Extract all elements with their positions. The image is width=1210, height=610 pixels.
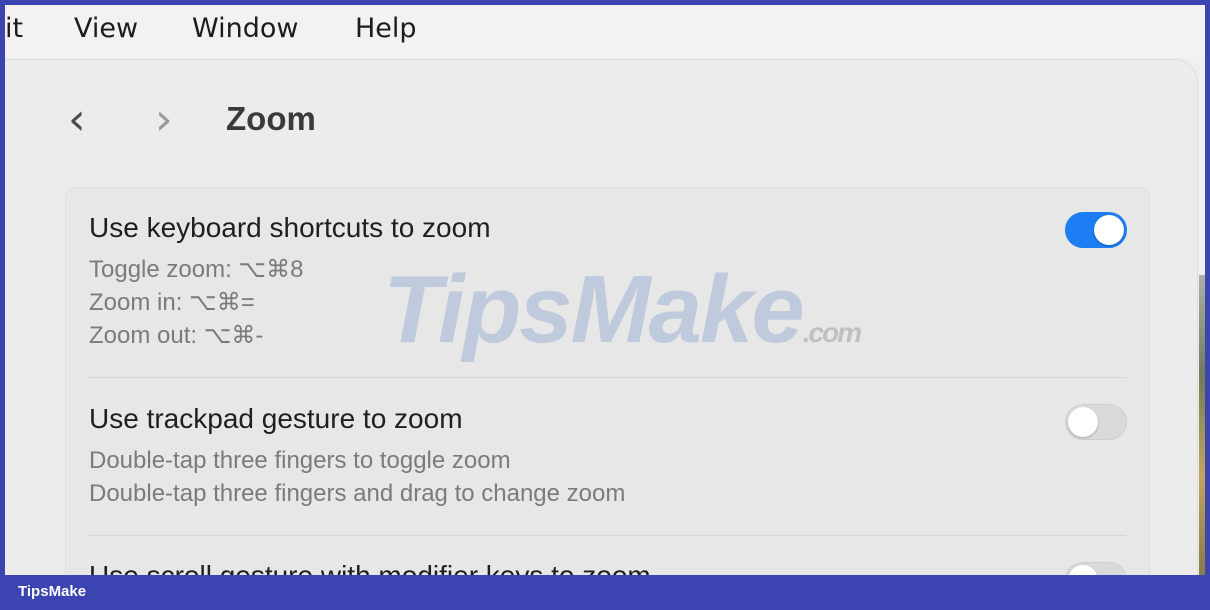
row-divider	[89, 377, 1126, 378]
menu-view[interactable]: View	[74, 13, 138, 44]
toggle-knob	[1068, 407, 1098, 437]
setting-title-keyboard-shortcuts: Use keyboard shortcuts to zoom	[89, 212, 491, 243]
menu-window[interactable]: Window	[192, 13, 298, 44]
back-chevron-icon[interactable]: ‹	[68, 98, 86, 142]
setting-desc-line: Double-tap three fingers to toggle zoom	[89, 447, 511, 474]
watermark-suffix: .com	[802, 317, 862, 348]
watermark-logo: TipsMake.com	[383, 255, 862, 365]
setting-title-trackpad-gesture: Use trackpad gesture to zoom	[89, 403, 463, 434]
setting-desc-line: Zoom out: ⌥⌘-	[89, 322, 264, 349]
setting-title-scroll-gesture: Use scroll gesture with modifier keys to…	[89, 560, 651, 575]
trackpad-gesture-toggle[interactable]	[1065, 404, 1127, 440]
zoom-settings-panel: Use keyboard shortcuts to zoom Toggle zo…	[65, 187, 1150, 575]
watermark-text: TipsMake	[383, 256, 805, 363]
page-title: Zoom	[226, 100, 316, 137]
footer-bar: TipsMake	[0, 575, 1210, 610]
forward-chevron-icon[interactable]: ›	[155, 98, 173, 142]
keyboard-shortcuts-toggle[interactable]	[1065, 212, 1127, 248]
menu-edit[interactable]: it	[5, 13, 23, 44]
menu-help[interactable]: Help	[355, 13, 417, 44]
screenshot-stage: it View Window Help ‹ › Zoom Use keyboar…	[5, 5, 1205, 575]
toggle-knob	[1068, 565, 1098, 575]
row-divider	[89, 535, 1126, 536]
desktop-wallpaper-edge	[1199, 275, 1205, 575]
menu-bar: it View Window Help	[5, 5, 1205, 57]
footer-brand: TipsMake	[18, 583, 87, 600]
scroll-gesture-toggle[interactable]	[1065, 562, 1127, 575]
setting-desc-line: Toggle zoom: ⌥⌘8	[89, 256, 304, 283]
setting-desc-line: Zoom in: ⌥⌘=	[89, 289, 255, 316]
setting-desc-line: Double-tap three fingers and drag to cha…	[89, 480, 626, 507]
toggle-knob	[1094, 215, 1124, 245]
